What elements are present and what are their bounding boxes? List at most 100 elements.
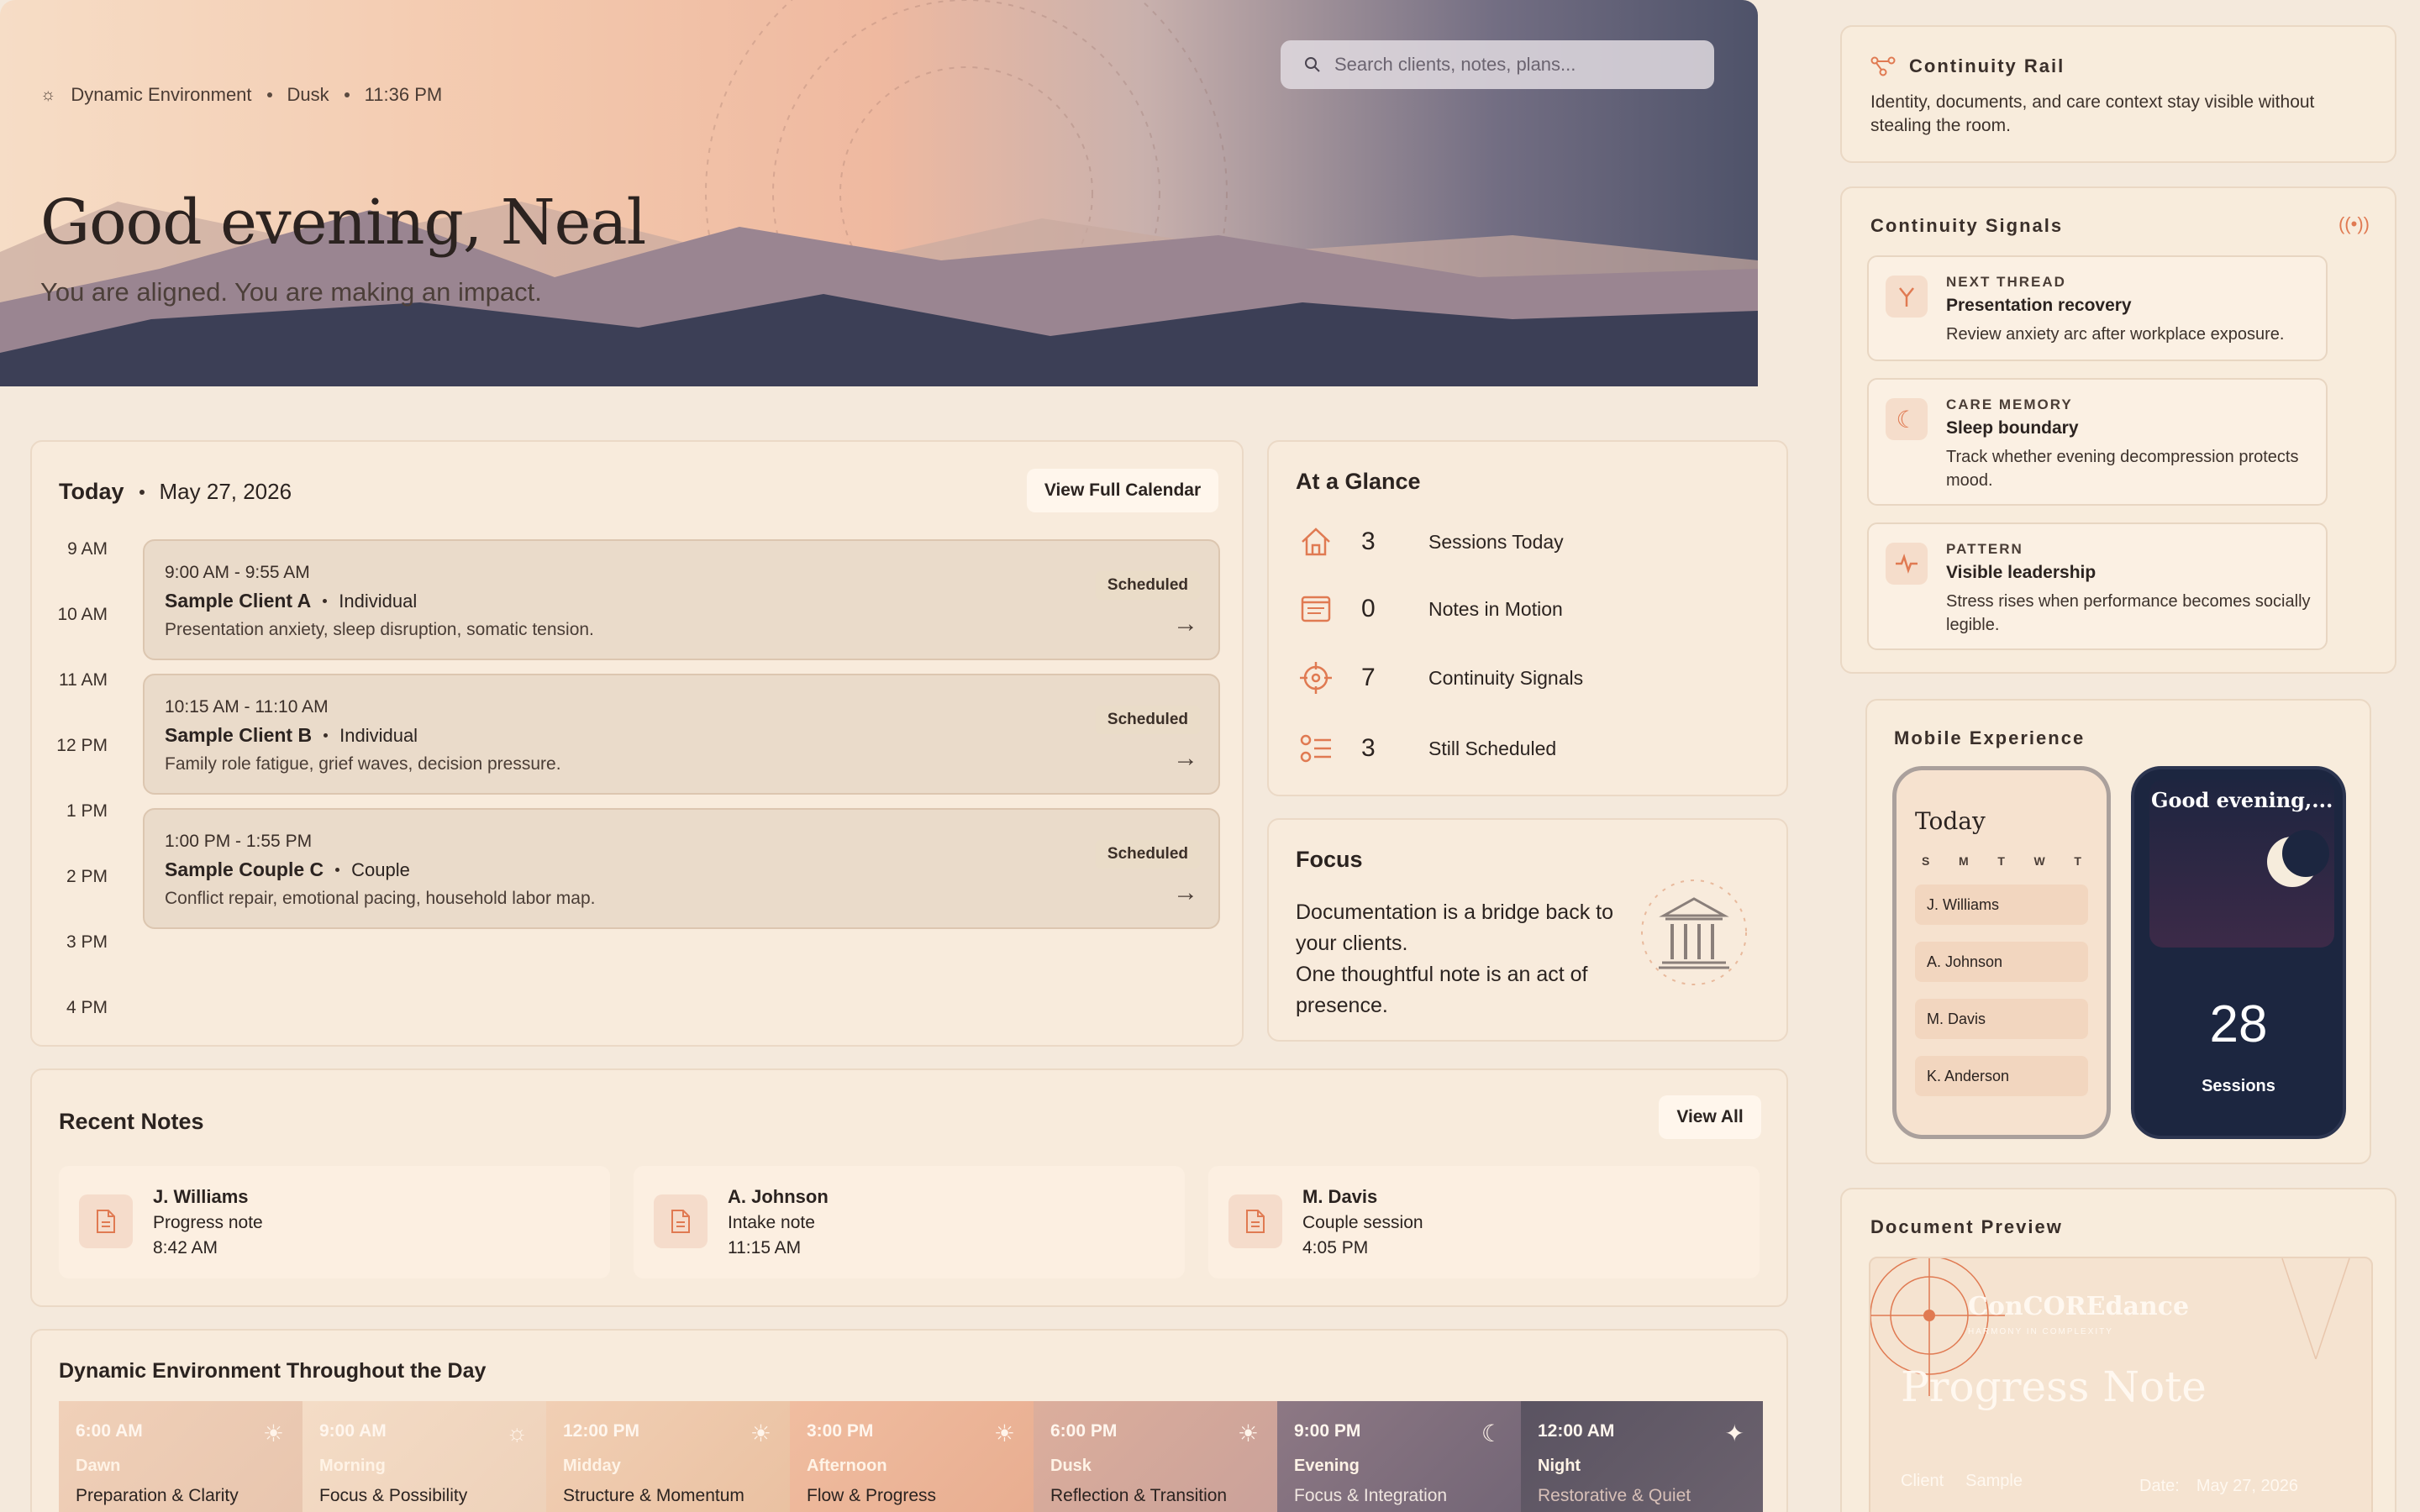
arrow-right-icon[interactable]: → (1173, 879, 1198, 907)
sunrise-icon: ☀ (262, 1420, 284, 1446)
segment-time: 6:00 AM (76, 1421, 143, 1441)
hour-label: 11 AM (59, 670, 108, 690)
continuity-signals-card: Continuity Signals ((•)) NEXT THREAD Pre… (1840, 186, 2396, 674)
sun-icon: ☼ (506, 1420, 528, 1446)
signal-kind: PATTERN (1946, 541, 2023, 557)
phone-client-item[interactable]: M. Davis (1915, 999, 2088, 1039)
client-label: Client (1901, 1472, 1944, 1490)
appointment-type: Individual (339, 724, 418, 746)
date-value: May 27, 2026 (2196, 1477, 2299, 1495)
segment-name: Midday (563, 1457, 621, 1475)
bridge-pillars-icon (1641, 879, 1747, 985)
time-segment[interactable]: 12:00 AM Night Restorative & Quiet ✦ (1521, 1401, 1763, 1512)
hour-label: 2 PM (66, 867, 108, 886)
note-card[interactable]: J. Williams Progress note 8:42 AM (59, 1166, 610, 1278)
continuity-rail-title: Continuity Rail (1909, 55, 2065, 76)
continuity-rail-card: Continuity Rail Identity, documents, and… (1840, 25, 2396, 163)
signal-card[interactable]: PATTERN Visible leadership Stress rises … (1867, 522, 2328, 650)
note-client: J. Williams (153, 1186, 249, 1207)
segment-description: Preparation & Clarity (76, 1486, 239, 1505)
separator-dot (335, 868, 340, 872)
appointment-time: 10:15 AM - 11:10 AM (165, 697, 329, 717)
search-input[interactable]: Search clients, notes, plans... (1281, 40, 1714, 89)
greeting-heading: Good evening, Neal (40, 186, 646, 259)
brand-subtitle: HARMONY IN COMPLEXITY (1968, 1327, 2113, 1336)
document-date-line: Date: May 27, 2026 (2139, 1477, 2298, 1496)
phone-client-item[interactable]: A. Johnson (1915, 942, 2088, 982)
glance-label: Continuity Signals (1428, 666, 1584, 689)
note-card[interactable]: M. Davis Couple session 4:05 PM (1208, 1166, 1760, 1278)
view-all-button[interactable]: View All (1659, 1095, 1761, 1139)
client-value: Sample (1965, 1472, 2023, 1490)
appointment-card[interactable]: 9:00 AM - 9:55 AM Sample Client A Individ… (143, 539, 1220, 660)
focus-title: Focus (1296, 847, 1363, 872)
status-badge: Scheduled (1095, 706, 1200, 734)
dynamic-environment-title: Dynamic Environment Throughout the Day (59, 1359, 487, 1383)
time-segment[interactable]: 9:00 AM Morning Focus & Possibility ☼ (302, 1401, 546, 1512)
arrow-right-icon[interactable]: → (1173, 610, 1198, 638)
weekday-label: T (1997, 854, 2005, 868)
sun-icon: ☼ (40, 85, 56, 104)
hour-label: 1 PM (66, 801, 108, 821)
signal-card[interactable]: NEXT THREAD Presentation recovery Review… (1867, 255, 2328, 361)
note-client: A. Johnson (728, 1186, 829, 1207)
view-full-calendar-button[interactable]: View Full Calendar (1027, 469, 1218, 512)
segment-time: 3:00 PM (807, 1421, 874, 1441)
status-badge: Scheduled (1095, 571, 1200, 600)
appointment-description: Presentation anxiety, sleep disruption, … (165, 620, 594, 639)
phone-client-item[interactable]: K. Anderson (1915, 1056, 2088, 1096)
signal-heading: Sleep boundary (1946, 418, 2079, 438)
phone-client-item[interactable]: J. Williams (1915, 885, 2088, 925)
segment-time: 6:00 PM (1050, 1421, 1118, 1441)
weekday-row: S M T W T (1922, 854, 2081, 868)
time-segment[interactable]: 6:00 PM Dusk Reflection & Transition ☀ (1034, 1401, 1277, 1512)
moon-icon: ☾ (1481, 1420, 1502, 1446)
arrow-right-icon[interactable]: → (1173, 744, 1198, 773)
signal-body: Stress rises when performance becomes so… (1946, 592, 2311, 634)
pulse-icon (1886, 543, 1928, 585)
time-segment[interactable]: 6:00 AM Dawn Preparation & Clarity ☀ (59, 1401, 302, 1512)
status-badge: Scheduled (1095, 840, 1200, 869)
segment-name: Dusk (1050, 1457, 1092, 1475)
signal-body: Track whether evening decompression prot… (1946, 448, 2299, 490)
document-icon (654, 1194, 708, 1248)
glance-title: At a Glance (1296, 469, 1421, 494)
glance-row[interactable]: 3 Still Scheduled (1297, 729, 1768, 768)
recent-notes-title: Recent Notes (59, 1109, 204, 1134)
appointment-client: Sample Client A (165, 590, 312, 612)
note-card[interactable]: A. Johnson Intake note 11:15 AM (634, 1166, 1185, 1278)
glance-row[interactable]: 3 Sessions Today (1297, 522, 1768, 561)
separator-dot (324, 733, 329, 738)
appointment-type: Couple (351, 858, 410, 880)
hour-label: 4 PM (66, 998, 108, 1017)
date-label: Date: (2139, 1477, 2180, 1495)
moon-icon: ☾ (1886, 398, 1928, 440)
segment-time: 9:00 AM (319, 1421, 387, 1441)
time-label: 11:36 PM (364, 84, 443, 105)
appointment-description: Family role fatigue, grief waves, decisi… (165, 754, 561, 774)
appointment-description: Conflict repair, emotional pacing, house… (165, 889, 596, 908)
phone-light-mockup: Today S M T W T J. Williams A. Johnson M… (1892, 766, 2111, 1139)
document-heading: Progress Note (1901, 1362, 2207, 1411)
focus-card: Focus Documentation is a bridge back to … (1267, 818, 1788, 1042)
document-preview-frame: ConCOREdance HARMONY IN COMPLEXITY Progr… (1869, 1257, 2373, 1512)
time-segment[interactable]: 3:00 PM Afternoon Flow & Progress ☀ (790, 1401, 1034, 1512)
time-segment[interactable]: 12:00 PM Midday Structure & Momentum ☀ (546, 1401, 790, 1512)
signal-card[interactable]: ☾ CARE MEMORY Sleep boundary Track wheth… (1867, 378, 2328, 506)
weekday-label: T (2074, 854, 2081, 868)
share-nodes-icon (1870, 56, 1896, 76)
today-title: Today (59, 479, 124, 504)
appointment-card[interactable]: 1:00 PM - 1:55 PM Sample Couple C Couple … (143, 808, 1220, 929)
sun-icon: ☀ (750, 1420, 771, 1446)
time-segment[interactable]: 9:00 PM Evening Focus & Integration ☾ (1277, 1401, 1521, 1512)
note-client: M. Davis (1302, 1186, 1378, 1207)
signal-body: Review anxiety arc after workplace expos… (1946, 325, 2285, 344)
dark-phone-greeting: Good evening,... (2151, 788, 2333, 812)
appointment-card[interactable]: 10:15 AM - 11:10 AM Sample Client B Indiv… (143, 674, 1220, 795)
segment-time: 9:00 PM (1294, 1421, 1361, 1441)
glance-row[interactable]: 7 Continuity Signals (1297, 659, 1768, 697)
mobile-experience-card: Mobile Experience Today S M T W T J. Wil… (1865, 699, 2371, 1164)
hour-label: 9 AM (67, 539, 108, 559)
glance-row[interactable]: 0 Notes in Motion (1297, 590, 1768, 628)
hour-label: 3 PM (66, 932, 108, 952)
